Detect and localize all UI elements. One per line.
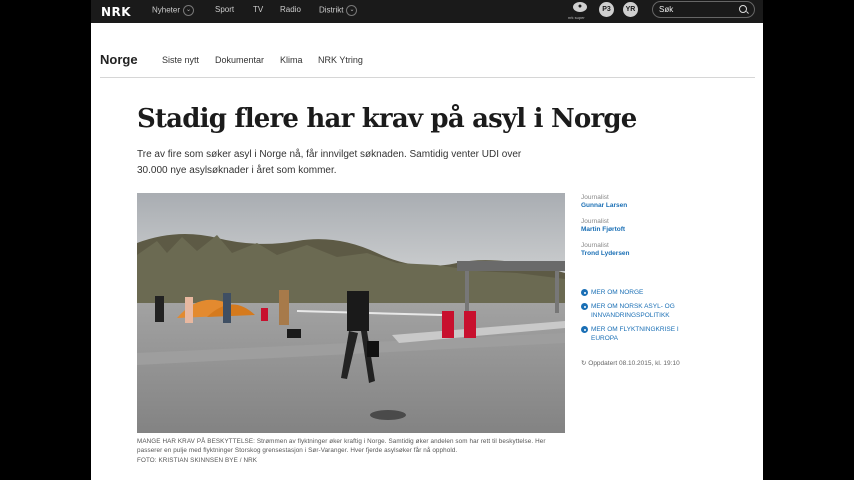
circle-arrow-icon bbox=[581, 303, 588, 310]
refresh-icon: ↻ bbox=[581, 360, 587, 367]
nav-distrikt[interactable]: Distrikt ⌄ bbox=[319, 5, 358, 16]
nrk-super-label: nrk super bbox=[568, 15, 585, 20]
updated-text: Oppdatert 08.10.2015, kl. 19:10 bbox=[588, 360, 680, 367]
more-link-label: MER OM NORSK ASYL- OG INNVANDRINGSPOLITI… bbox=[591, 303, 675, 319]
section-nav-dokumentar[interactable]: Dokumentar bbox=[215, 55, 264, 65]
byline-name[interactable]: Gunnar Larsen bbox=[581, 202, 627, 209]
section-nav-nrk-ytring[interactable]: NRK Ytring bbox=[318, 55, 363, 65]
circle-arrow-icon bbox=[581, 289, 588, 296]
nav-nyheter[interactable]: Nyheter ⌄ bbox=[152, 5, 195, 16]
byline-label: Journalist bbox=[581, 194, 609, 201]
photo-credit: FOTO: KRISTIAN SKINNSEN BYE / NRK bbox=[137, 456, 258, 464]
section-title[interactable]: Norge bbox=[100, 52, 138, 67]
p3-icon[interactable]: P3 bbox=[599, 2, 614, 17]
nrk-global-header: NRK Nyheter ⌄ Sport TV Radio Distrikt ⌄ ● … bbox=[91, 0, 763, 23]
byline-name[interactable]: Trond Lydersen bbox=[581, 250, 630, 257]
section-nav-siste-nytt[interactable]: Siste nytt bbox=[162, 55, 199, 65]
chevron-down-icon[interactable]: ⌄ bbox=[183, 5, 195, 16]
article-headline: Stadig flere har krav på asyl i Norge bbox=[137, 104, 637, 134]
nrk-super-icon[interactable]: ● bbox=[573, 2, 587, 12]
nrk-logo[interactable]: NRK bbox=[101, 5, 131, 19]
article-page: NRK Nyheter ⌄ Sport TV Radio Distrikt ⌄ ● … bbox=[91, 0, 763, 480]
byline-label: Journalist bbox=[581, 218, 609, 225]
nav-sport-label: Sport bbox=[215, 5, 235, 14]
search-input[interactable] bbox=[659, 4, 734, 15]
search-box[interactable] bbox=[652, 1, 755, 18]
nav-radio[interactable]: Radio bbox=[280, 5, 301, 14]
yr-icon[interactable]: YR bbox=[623, 2, 638, 17]
nav-sport[interactable]: Sport bbox=[215, 5, 234, 14]
updated-timestamp: ↻ Oppdatert 08.10.2015, kl. 19:10 bbox=[581, 359, 680, 367]
byline-label: Journalist bbox=[581, 242, 609, 249]
search-icon[interactable] bbox=[739, 5, 747, 13]
section-divider bbox=[100, 77, 755, 78]
more-link-label: MER OM NORGE bbox=[591, 289, 644, 296]
nav-tv[interactable]: TV bbox=[253, 5, 263, 14]
byline-name[interactable]: Martin Fjørtoft bbox=[581, 226, 625, 233]
image-caption: MANGE HAR KRAV PÅ BESKYTTELSE: Strømmen … bbox=[137, 437, 565, 465]
nav-radio-label: Radio bbox=[280, 5, 301, 14]
circle-arrow-icon bbox=[581, 326, 588, 333]
nav-distrikt-label: Distrikt bbox=[319, 5, 344, 15]
chevron-down-icon[interactable]: ⌄ bbox=[346, 5, 358, 16]
more-link-label: MER OM FLYKTNINGKRISE I EUROPA bbox=[591, 326, 679, 342]
nav-nyheter-label: Nyheter bbox=[152, 5, 181, 15]
nav-tv-label: TV bbox=[253, 5, 264, 14]
article-hero-image[interactable] bbox=[137, 193, 565, 433]
article-lead: Tre av fire som søker asyl i Norge nå, f… bbox=[137, 149, 522, 176]
caption-text: MANGE HAR KRAV PÅ BESKYTTELSE: Strømmen … bbox=[137, 438, 546, 455]
section-nav-klima[interactable]: Klima bbox=[280, 55, 303, 65]
border-crossing-photo bbox=[137, 193, 565, 433]
